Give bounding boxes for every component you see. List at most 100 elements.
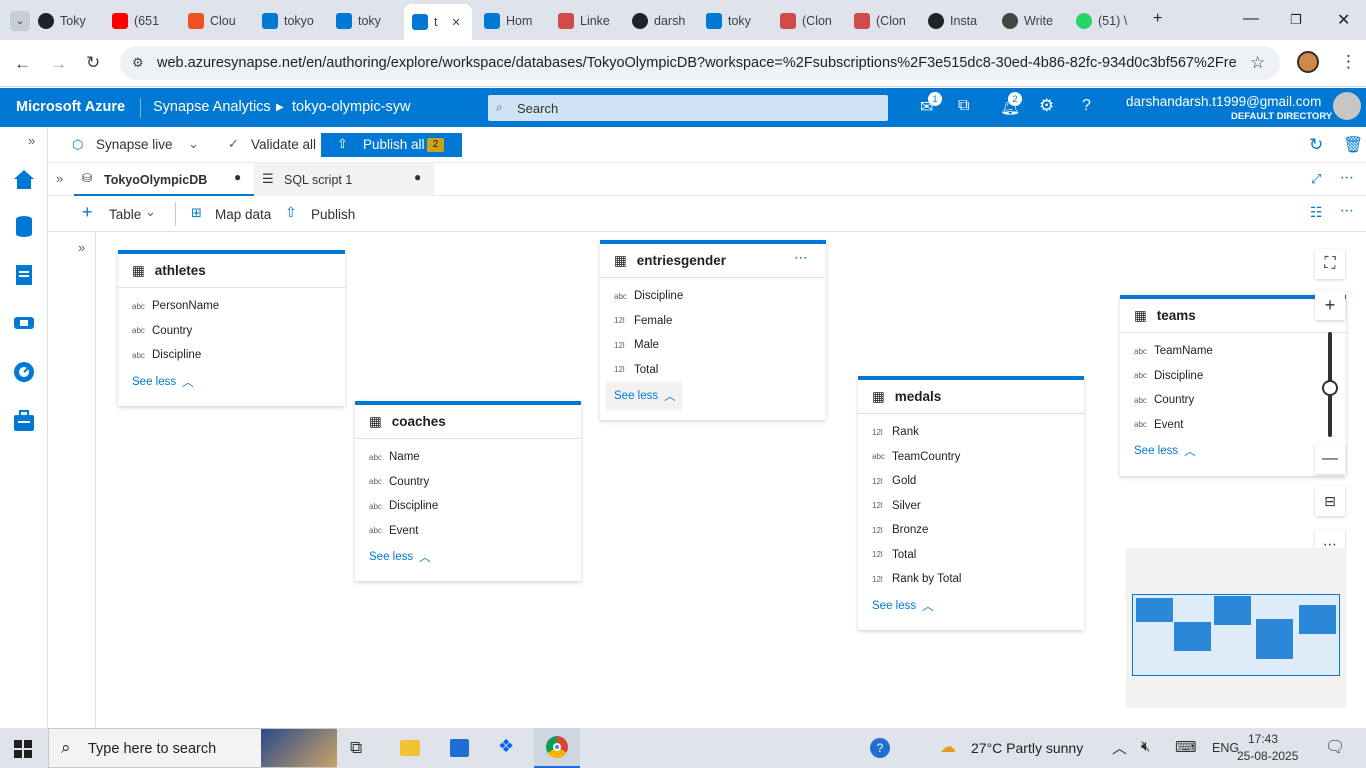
column-row[interactable]: abc Event <box>355 519 581 544</box>
discard-icon[interactable]: 🗑︎ <box>1343 135 1363 155</box>
user-email[interactable]: darshandarsh.t1999@gmail.com <box>1126 94 1321 109</box>
home-icon[interactable] <box>12 167 36 191</box>
brand-label[interactable]: Microsoft Azure <box>16 99 125 115</box>
table-card-teams[interactable]: ▦ teams abc TeamName abc Discipline abc Coun… <box>1120 295 1346 476</box>
publish-button[interactable]: Publish <box>311 207 355 222</box>
directory-switch-icon[interactable]: ⧉ <box>958 97 969 115</box>
browser-menu-icon[interactable]: ⋮ <box>1340 52 1357 72</box>
browser-tab[interactable]: tokyo <box>262 8 334 34</box>
validate-all-button[interactable]: Validate all <box>251 137 316 152</box>
table-more-icon[interactable]: ⋯ <box>794 250 808 266</box>
synapse-live-dropdown[interactable]: Synapse live <box>96 137 173 152</box>
browser-tab[interactable]: (Clon <box>854 8 926 34</box>
profile-avatar[interactable] <box>1297 51 1319 73</box>
column-row[interactable]: 12l Gold <box>858 469 1084 494</box>
language-indicator[interactable]: ENG <box>1212 741 1239 755</box>
search-input[interactable]: ⌕ Search <box>488 95 888 121</box>
see-less-link[interactable]: See less ︿ <box>1120 437 1346 465</box>
product-label[interactable]: Synapse Analytics <box>153 99 271 115</box>
browser-tab[interactable]: Toky <box>38 8 110 34</box>
close-tab-icon[interactable]: ✕ <box>451 16 460 29</box>
tray-chevron-up-icon[interactable]: ︿ <box>1112 737 1127 758</box>
reload-icon[interactable]: ↻ <box>86 53 100 73</box>
task-view-icon[interactable]: ⧉ <box>350 738 362 758</box>
more-options-icon[interactable]: ⋯ <box>1340 202 1354 219</box>
database-designer-canvas[interactable]: » ▦ athletes abc PersonName abc Country abc… <box>48 232 1366 727</box>
map-data-button[interactable]: Map data <box>215 207 271 222</box>
column-row[interactable]: abc Country <box>355 470 581 495</box>
see-less-link[interactable]: See less ︿ <box>118 368 345 396</box>
workspace-label[interactable]: tokyo-olympic-syw <box>292 99 410 115</box>
column-row[interactable]: abc Country <box>118 319 345 344</box>
notifications-icon[interactable]: 🗨︎ <box>1325 737 1345 757</box>
see-less-link[interactable]: See less ︿ <box>355 543 581 571</box>
browser-tab[interactable]: t ✕ <box>404 4 472 40</box>
column-row[interactable]: 12l Female <box>600 309 826 334</box>
close-window-icon[interactable]: ✕ <box>1337 10 1350 30</box>
table-card-entriesgender[interactable]: ▦ entriesgender ⋯ abc Discipline 12l Female … <box>600 240 826 420</box>
column-row[interactable]: abc Discipline <box>600 284 826 309</box>
table-card-medals[interactable]: ▦ medals 12l Rank abc TeamCountry 12l Gold 1… <box>858 376 1084 630</box>
bookmark-star-icon[interactable]: ☆ <box>1250 53 1265 73</box>
column-row[interactable]: 12l Male <box>600 333 826 358</box>
dropbox-icon[interactable]: ❖ <box>498 736 514 757</box>
site-info-icon[interactable]: ⚙ <box>132 55 144 71</box>
browser-tab[interactable]: Insta <box>928 8 1000 34</box>
minimize-icon[interactable]: — <box>1243 10 1259 28</box>
column-row[interactable]: 12l Silver <box>858 494 1084 519</box>
column-row[interactable]: 12l Rank <box>858 420 1084 445</box>
integrate-hub-icon[interactable] <box>12 311 36 335</box>
file-explorer-icon[interactable] <box>400 740 420 756</box>
browser-tab[interactable]: (651 <box>112 8 184 34</box>
back-icon[interactable]: ← <box>14 54 31 74</box>
help-tray-icon[interactable]: ? <box>870 738 890 758</box>
help-icon[interactable]: ? <box>1082 97 1091 115</box>
fit-to-screen-icon[interactable]: ⛶ <box>1315 249 1345 279</box>
browser-tab[interactable]: (51) \ <box>1076 8 1148 34</box>
manage-hub-icon[interactable] <box>12 409 36 433</box>
clock-date[interactable]: 25-08-2025 <box>1237 749 1298 763</box>
column-row[interactable]: 12l Bronze <box>858 518 1084 543</box>
user-avatar[interactable] <box>1333 92 1361 120</box>
monitor-hub-icon[interactable] <box>12 360 36 384</box>
develop-hub-icon[interactable] <box>12 263 36 287</box>
data-hub-icon[interactable] <box>12 214 36 238</box>
browser-tab[interactable]: Write <box>1002 8 1074 34</box>
zoom-in-icon[interactable]: + <box>1315 290 1345 320</box>
chevron-down-icon[interactable]: ⌄ <box>188 136 199 152</box>
clock-time[interactable]: 17:43 <box>1248 732 1278 746</box>
url-field[interactable]: ⚙ web.azuresynapse.net/en/authoring/expl… <box>120 46 1280 80</box>
zoom-slider-thumb[interactable] <box>1322 380 1338 396</box>
column-row[interactable]: abc Country <box>1120 388 1346 413</box>
browser-tab[interactable]: Clou <box>188 8 260 34</box>
settings-gear-icon[interactable]: ⚙ <box>1039 96 1054 116</box>
publish-all-button[interactable]: ⇧ Publish all 2 <box>321 133 462 157</box>
column-row[interactable]: abc TeamCountry <box>858 445 1084 470</box>
column-row[interactable]: abc Name <box>355 445 581 470</box>
see-less-link[interactable]: See less ︿ <box>606 382 682 410</box>
tab-sql-script-1[interactable]: ☰ SQL script 1 ● <box>254 163 434 196</box>
column-row[interactable]: 12l Rank by Total <box>858 567 1084 592</box>
expand-pane-icon[interactable]: » <box>78 240 85 255</box>
weather-text[interactable]: 27°C Partly sunny <box>971 740 1083 756</box>
column-row[interactable]: abc Event <box>1120 413 1346 438</box>
maximize-icon[interactable]: ⤢ <box>1311 171 1321 187</box>
column-row[interactable]: abc Discipline <box>118 343 345 368</box>
windows-start-icon[interactable] <box>14 740 32 758</box>
expand-nav-icon[interactable]: » <box>28 133 35 148</box>
browser-tab[interactable]: toky <box>336 8 408 34</box>
minimap-toggle-icon[interactable]: ⊟ <box>1315 486 1345 516</box>
forward-icon[interactable]: → <box>50 54 67 74</box>
refresh-icon[interactable]: ↻ <box>1309 135 1323 155</box>
browser-tab[interactable]: toky <box>706 8 778 34</box>
table-button[interactable]: Table <box>109 207 141 222</box>
tab-search-icon[interactable]: ⌄ <box>10 11 30 31</box>
restore-icon[interactable]: ❐ <box>1290 12 1302 28</box>
table-card-coaches[interactable]: ▦ coaches abc Name abc Country abc Disciplin… <box>355 401 581 581</box>
properties-icon[interactable]: ☷ <box>1310 204 1323 221</box>
browser-tab[interactable]: Hom <box>484 8 556 34</box>
minimap[interactable] <box>1126 548 1346 708</box>
browser-tab[interactable]: Linke <box>558 8 630 34</box>
table-card-athletes[interactable]: ▦ athletes abc PersonName abc Country abc Di… <box>118 250 345 406</box>
expand-explorer-icon[interactable]: » <box>56 171 63 186</box>
